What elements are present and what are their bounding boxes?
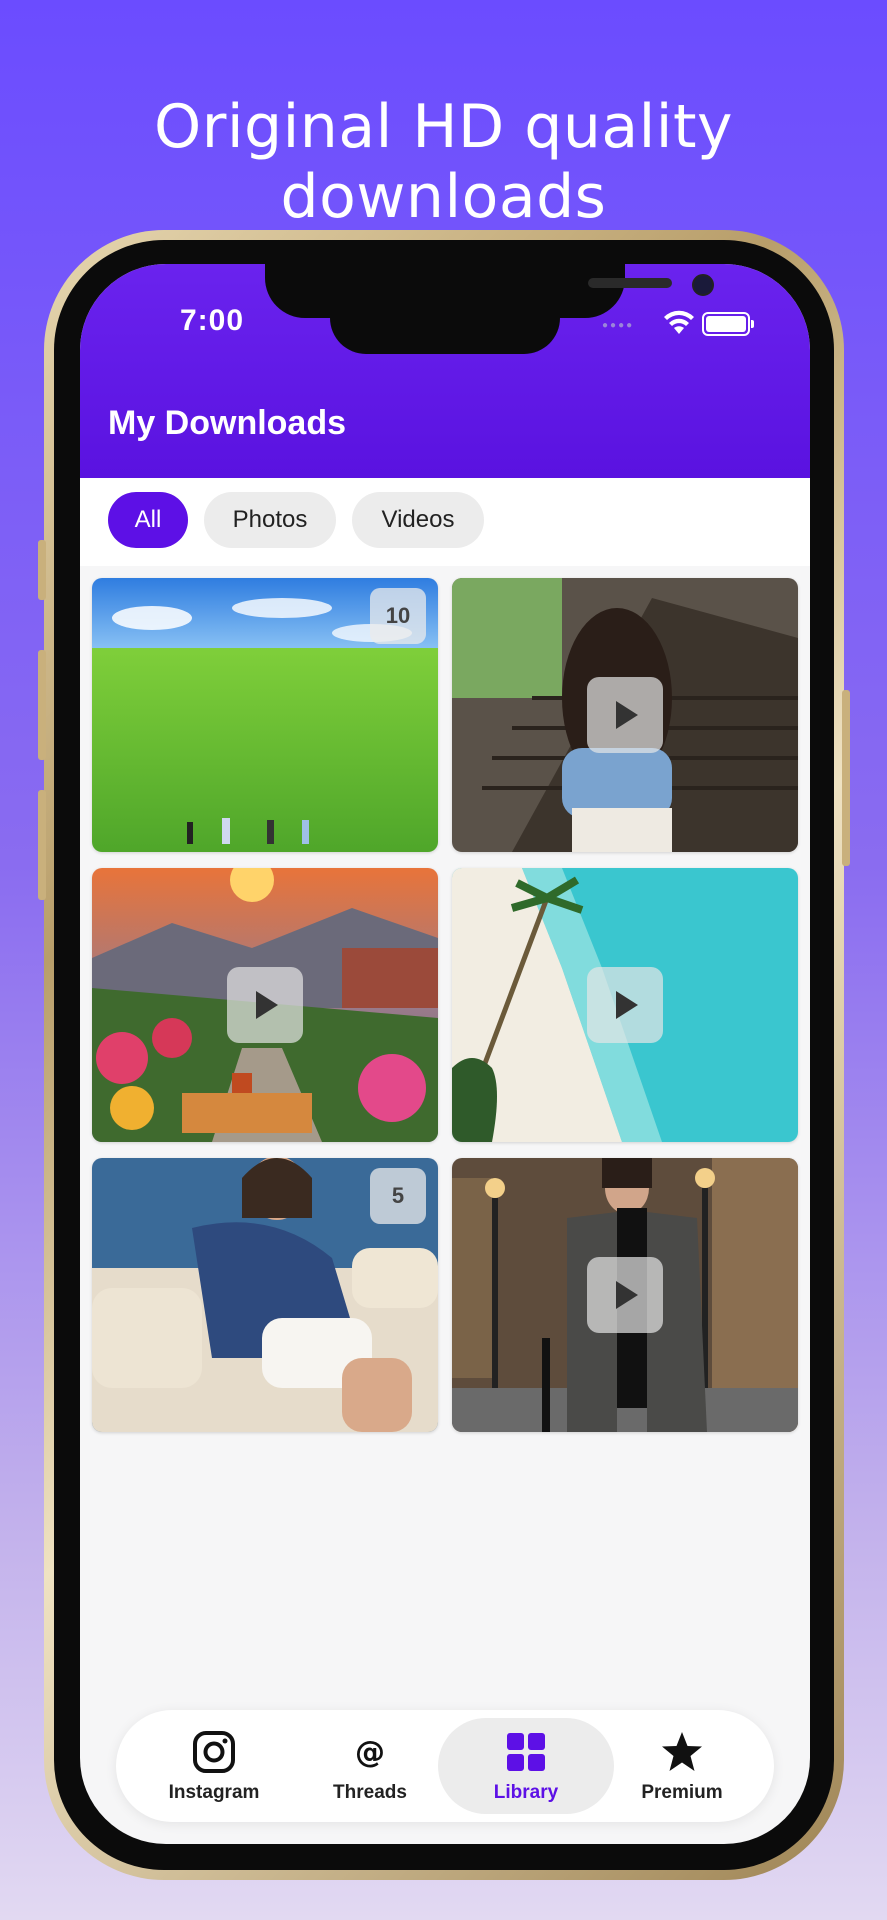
filter-chip-photos[interactable]: Photos <box>204 492 336 548</box>
play-icon <box>256 991 278 1019</box>
media-tile[interactable]: 10 <box>92 578 438 852</box>
tab-instagram[interactable]: Instagram <box>134 1710 294 1822</box>
tab-label: Instagram <box>168 1782 260 1803</box>
speaker <box>588 278 672 288</box>
media-tile[interactable] <box>92 868 438 1142</box>
album-count-badge: 5 <box>370 1168 426 1224</box>
tab-bar: Instagram @ Threads Library Premium <box>116 1710 774 1822</box>
play-icon <box>616 1281 638 1309</box>
library-grid-icon <box>507 1733 545 1771</box>
front-camera <box>692 274 714 296</box>
filter-chip-all[interactable]: All <box>108 492 188 548</box>
filter-bar: All Photos Videos <box>80 478 810 566</box>
media-tile[interactable] <box>452 578 798 852</box>
tab-premium[interactable]: Premium <box>602 1710 762 1822</box>
tab-label: Threads <box>333 1782 407 1803</box>
page-title: My Downloads <box>108 404 347 442</box>
wifi-icon <box>664 310 694 334</box>
battery-icon <box>702 312 754 336</box>
album-count-badge: 10 <box>370 588 426 644</box>
filter-chip-videos[interactable]: Videos <box>352 492 484 548</box>
star-icon <box>662 1732 702 1771</box>
media-tile[interactable] <box>452 868 798 1142</box>
play-button[interactable] <box>587 1257 663 1333</box>
play-button[interactable] <box>587 967 663 1043</box>
play-icon <box>616 701 638 729</box>
signal-icon: ●●●● <box>602 320 635 331</box>
tab-threads[interactable]: @ Threads <box>290 1710 450 1822</box>
media-tile[interactable] <box>452 1158 798 1432</box>
notch-lower <box>330 304 560 354</box>
status-time: 7:00 <box>180 304 245 337</box>
tab-library[interactable]: Library <box>438 1710 614 1822</box>
phone-side-button <box>842 690 850 866</box>
tab-label: Premium <box>641 1782 723 1803</box>
svg-text:@: @ <box>355 1735 385 1770</box>
play-button[interactable] <box>227 967 303 1043</box>
phone-side-button <box>38 540 46 600</box>
phone-screen: 7:00 ●●●● My Downloads All Photos Videos <box>80 264 810 1844</box>
play-icon <box>616 991 638 1019</box>
status-icons: ●●●● <box>602 308 754 338</box>
threads-icon: @ <box>355 1735 385 1770</box>
media-tile[interactable]: 5 <box>92 1158 438 1432</box>
phone-side-button <box>38 650 46 760</box>
play-button[interactable] <box>587 677 663 753</box>
promo-headline: Original HD quality downloads <box>153 92 733 232</box>
instagram-icon <box>193 1731 235 1773</box>
phone-side-button <box>38 790 46 900</box>
tab-label: Library <box>493 1782 559 1803</box>
